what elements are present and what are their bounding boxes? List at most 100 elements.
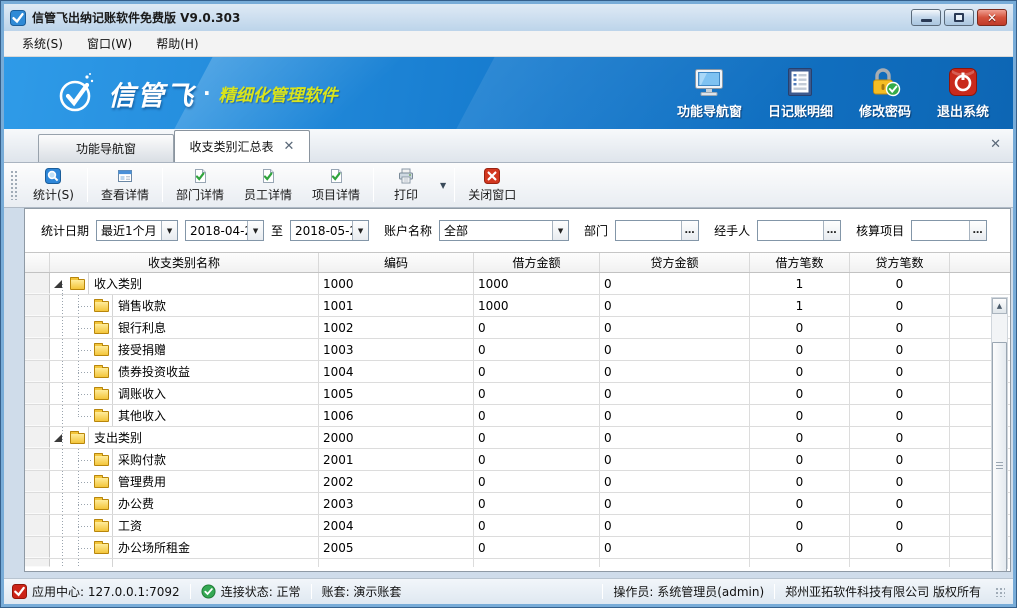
date-preset-combobox[interactable]: 最近1个月 ▼: [96, 220, 178, 241]
credit-count-cell: 0: [850, 405, 950, 426]
table-row[interactable]: 工资20040000: [25, 515, 1010, 537]
debit-amount-cell: 0: [474, 537, 600, 558]
table-row[interactable]: 接受捐赠10030000: [25, 339, 1010, 361]
column-header-debit[interactable]: 借方金额: [474, 253, 600, 272]
menu-system[interactable]: 系统(S): [12, 32, 73, 55]
table-row[interactable]: 收入类别10001000010: [25, 273, 1010, 295]
category-summary-grid: 收支类别名称 编码 借方金额 贷方金额 借方笔数 贷方笔数 收入类别100010…: [25, 252, 1010, 571]
nav-window-button[interactable]: 功能导航窗: [677, 67, 742, 120]
view-detail-button[interactable]: 查看详情: [91, 165, 159, 206]
debit-count-cell: 0: [750, 405, 850, 426]
tab-category-summary[interactable]: 收支类别汇总表 ✕: [174, 130, 310, 162]
exit-system-button[interactable]: 退出系统: [937, 67, 989, 120]
toolbar-drag-handle[interactable]: [10, 170, 17, 200]
column-header-code[interactable]: 编码: [319, 253, 474, 272]
close-button[interactable]: ✕: [977, 9, 1007, 26]
chevron-down-icon[interactable]: ▼: [161, 221, 177, 240]
tree-line: [78, 548, 93, 549]
code-cell: 2000: [319, 427, 474, 448]
department-detail-button[interactable]: 部门详情: [166, 165, 234, 206]
tabstrip-close-icon[interactable]: ✕: [990, 137, 1001, 152]
ellipsis-icon[interactable]: …: [969, 221, 986, 240]
table-row[interactable]: 调账收入10050000: [25, 383, 1010, 405]
table-row[interactable]: 支出类别20000000: [25, 427, 1010, 449]
department-filter-label: 部门: [584, 222, 608, 239]
date-from-picker[interactable]: 2018-04-21 ▼: [185, 220, 264, 241]
credit-amount-cell: 0: [600, 273, 750, 294]
tree-line: [78, 460, 93, 461]
table-row[interactable]: 管理费用20020000: [25, 471, 1010, 493]
ellipsis-icon[interactable]: …: [681, 221, 698, 240]
column-header-name[interactable]: 收支类别名称: [50, 253, 319, 272]
debit-count-cell: 0: [750, 493, 850, 514]
employee-detail-button[interactable]: 员工详情: [234, 165, 302, 206]
lock-check-icon: [869, 67, 901, 97]
category-name-cell: 采购付款: [50, 449, 319, 470]
tab-nav-window[interactable]: 功能导航窗: [38, 134, 174, 162]
table-row[interactable]: 办公场所租金20050000: [25, 537, 1010, 559]
table-row[interactable]: 银行利息10020000: [25, 317, 1010, 339]
debit-count-cell: 0: [750, 449, 850, 470]
folder-icon: [94, 455, 109, 466]
journal-detail-button[interactable]: 日记账明细: [768, 67, 833, 120]
tab-close-icon[interactable]: ✕: [284, 139, 295, 154]
date-to-picker[interactable]: 2018-05-21 ▼: [290, 220, 369, 241]
account-combobox[interactable]: 全部 ▼: [439, 220, 569, 241]
folder-icon: [94, 477, 109, 488]
debit-amount-cell: 0: [474, 361, 600, 382]
expand-triangle-icon[interactable]: [54, 434, 62, 442]
department-lookup-field[interactable]: …: [615, 220, 699, 241]
debit-amount-cell: 0: [474, 427, 600, 448]
category-name: 调账收入: [112, 383, 318, 404]
handler-lookup-field[interactable]: …: [757, 220, 841, 241]
resize-grip[interactable]: [995, 587, 1005, 597]
indicator-header-cell: [25, 253, 50, 272]
table-row[interactable]: 办公费20030000: [25, 493, 1010, 515]
column-header-credit-count[interactable]: 贷方笔数: [850, 253, 950, 272]
category-name: 销售收款: [112, 295, 318, 316]
table-row[interactable]: 采购付款20010000: [25, 449, 1010, 471]
category-name: 银行利息: [112, 317, 318, 338]
account-filter-label: 账户名称: [384, 222, 432, 239]
chevron-down-icon[interactable]: ▼: [352, 221, 368, 240]
project-detail-button[interactable]: 项目详情: [302, 165, 370, 206]
credit-count-cell: 0: [850, 273, 950, 294]
project-lookup-field[interactable]: …: [911, 220, 987, 241]
column-header-debit-count[interactable]: 借方笔数: [750, 253, 850, 272]
credit-amount-cell: 0: [600, 515, 750, 536]
chevron-down-icon[interactable]: ▼: [247, 221, 263, 240]
tree-line: [62, 427, 63, 448]
print-button[interactable]: 打印: [377, 165, 435, 206]
table-row[interactable]: 其他收入10060000: [25, 405, 1010, 427]
menu-window[interactable]: 窗口(W): [77, 32, 142, 55]
debit-count-cell: 1: [750, 295, 850, 316]
minimize-button[interactable]: [911, 9, 941, 26]
change-password-button[interactable]: 修改密码: [859, 67, 911, 120]
ellipsis-icon[interactable]: …: [823, 221, 840, 240]
table-row[interactable]: 债券投资收益10040000: [25, 361, 1010, 383]
department-detail-label: 部门详情: [176, 186, 224, 203]
chevron-down-icon[interactable]: ▼: [552, 221, 568, 240]
maximize-button[interactable]: [944, 9, 974, 26]
view-detail-icon: [117, 168, 133, 184]
menu-help[interactable]: 帮助(H): [146, 32, 208, 55]
table-row[interactable]: 销售收款10011000010: [25, 295, 1010, 317]
close-icon: ✕: [987, 12, 997, 24]
close-window-button[interactable]: 关闭窗口: [458, 165, 526, 206]
tree-line: [78, 350, 93, 351]
column-header-credit[interactable]: 贷方金额: [600, 253, 750, 272]
code-cell: 1001: [319, 295, 474, 316]
row-indicator-cell: [25, 559, 50, 567]
statistics-button[interactable]: 统计(S): [23, 165, 84, 206]
credit-count-cell: 0: [850, 449, 950, 470]
scrollbar-thumb[interactable]: [992, 342, 1007, 571]
vertical-scrollbar[interactable]: ▲ ▼: [991, 297, 1008, 569]
journal-detail-label: 日记账明细: [768, 101, 833, 120]
folder-icon: [94, 543, 109, 554]
scroll-up-icon[interactable]: ▲: [992, 298, 1007, 314]
expand-triangle-icon[interactable]: [54, 280, 62, 288]
scrollbar-track[interactable]: [992, 314, 1007, 552]
code-cell: 1000: [319, 273, 474, 294]
print-dropdown-icon[interactable]: ▼: [435, 177, 451, 194]
credit-count-cell: 0: [850, 383, 950, 404]
